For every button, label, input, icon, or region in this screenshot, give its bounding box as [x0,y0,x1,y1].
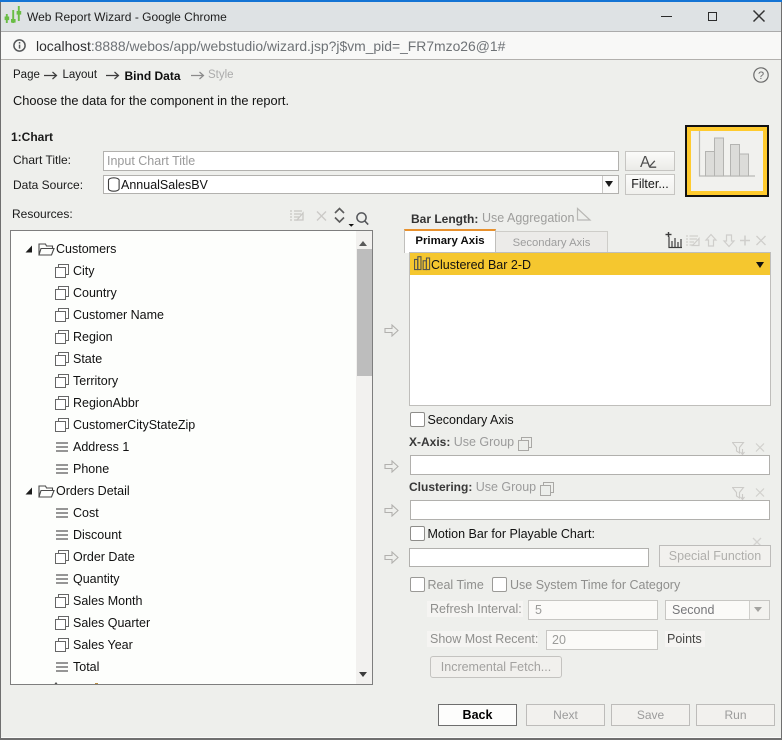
svg-text:?: ? [758,70,764,82]
